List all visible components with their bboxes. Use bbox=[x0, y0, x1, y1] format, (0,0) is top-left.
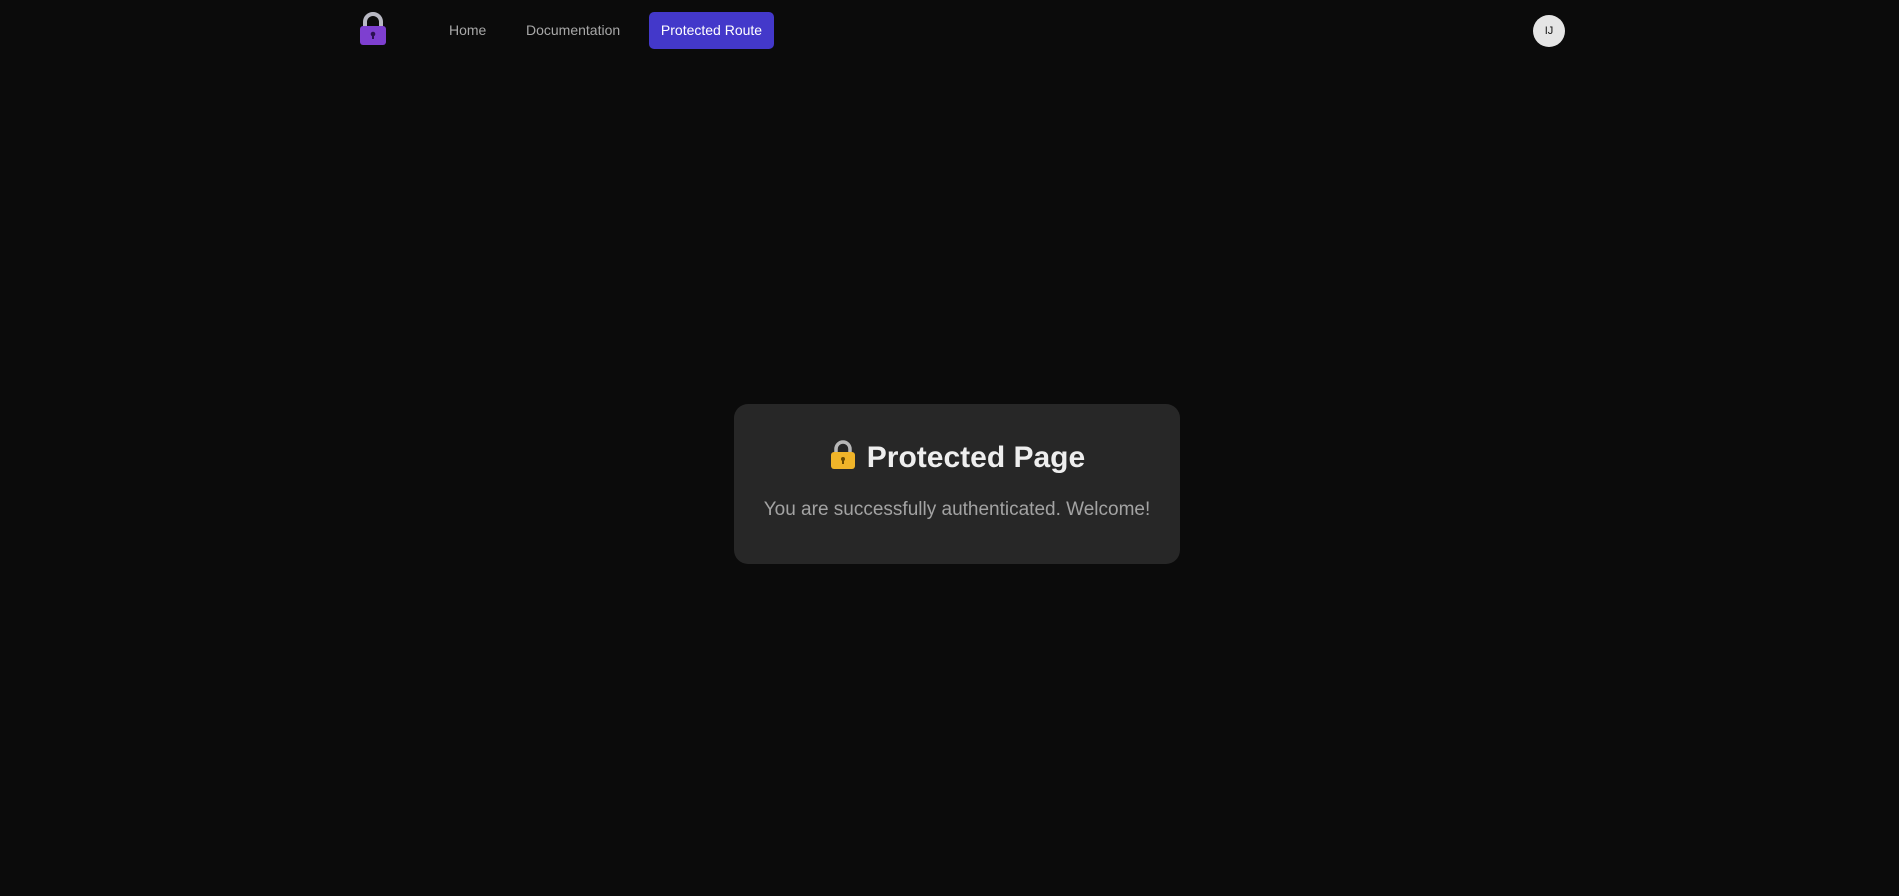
card-title-row: Protected Page bbox=[734, 440, 1180, 475]
nav-link-documentation[interactable]: Documentation bbox=[526, 12, 620, 49]
lock-icon[interactable] bbox=[357, 12, 389, 46]
card-message: You are successfully authenticated. Welc… bbox=[763, 499, 1151, 520]
protected-card: Protected Page You are successfully auth… bbox=[734, 404, 1180, 564]
lock-icon bbox=[829, 440, 857, 470]
card-title: Protected Page bbox=[866, 441, 1086, 474]
nav-link-home[interactable]: Home bbox=[449, 12, 486, 49]
top-navigation: Home Documentation Protected Route IJ bbox=[0, 0, 1899, 62]
user-avatar[interactable]: IJ bbox=[1533, 15, 1565, 47]
nav-link-protected-route[interactable]: Protected Route bbox=[649, 12, 774, 49]
page: Home Documentation Protected Route IJ Pr… bbox=[0, 0, 1899, 896]
